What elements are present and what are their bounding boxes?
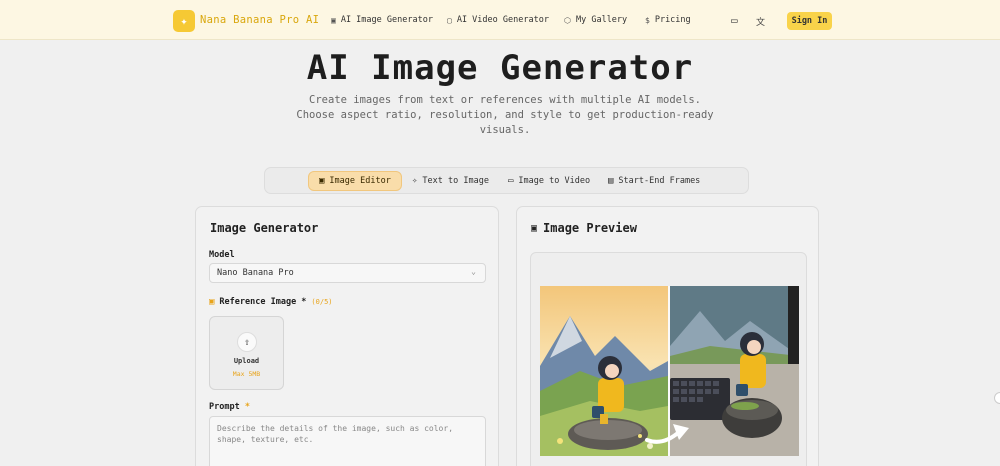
model-select[interactable]: Nano Banana Pro ⌄ bbox=[209, 263, 486, 283]
nav-my-gallery[interactable]: ⬡ My Gallery bbox=[564, 15, 627, 25]
page-subtitle: Create images from text or references wi… bbox=[296, 94, 714, 136]
prompt-input[interactable] bbox=[209, 416, 486, 466]
brand-name[interactable]: Nana Banana Pro AI bbox=[200, 14, 319, 26]
chat-icon[interactable]: ▭ bbox=[731, 14, 738, 27]
required-marker: * bbox=[244, 402, 250, 412]
model-label: Model bbox=[209, 250, 235, 260]
tab-image-editor[interactable]: ▣ Image Editor bbox=[308, 171, 402, 191]
nav-label: My Gallery bbox=[575, 15, 628, 25]
upload-icon: ⇧ bbox=[237, 332, 257, 352]
preview-panel: ▣ Image Preview bbox=[516, 206, 819, 466]
page-title: AI Image Generator bbox=[306, 48, 694, 88]
image-icon: ▣ bbox=[319, 176, 325, 186]
nav-ai-video-generator[interactable]: ▢ AI Video Generator bbox=[447, 15, 549, 25]
swap-arrow-icon bbox=[645, 424, 689, 444]
logo-icon[interactable]: ✦ bbox=[173, 10, 195, 32]
reference-count: (0/5) bbox=[311, 298, 333, 306]
image-icon: ▣ bbox=[331, 15, 336, 25]
nav-label: Pricing bbox=[654, 15, 691, 25]
generator-title: Image Generator bbox=[210, 221, 319, 235]
reference-label-text: Reference Image * bbox=[219, 297, 307, 307]
upload-hint: Max 5MB bbox=[232, 370, 261, 378]
scroll-handle[interactable] bbox=[994, 392, 1000, 404]
video-icon: ▭ bbox=[508, 176, 514, 186]
preview-title-text: Image Preview bbox=[543, 221, 637, 235]
model-value: Nano Banana Pro bbox=[217, 268, 294, 278]
film-icon: ▤ bbox=[608, 176, 614, 186]
language-icon[interactable]: 文 bbox=[756, 15, 765, 28]
chevron-down-icon: ⌄ bbox=[471, 267, 476, 276]
sparkle-icon: ✧ bbox=[412, 176, 418, 186]
prompt-label: Prompt * bbox=[209, 402, 250, 412]
generator-panel: Image Generator Model Nano Banana Pro ⌄ … bbox=[195, 206, 499, 466]
tab-start-end-frames[interactable]: ▤ Start-End Frames bbox=[598, 171, 710, 191]
sign-in-button[interactable]: Sign In bbox=[787, 12, 832, 30]
prompt-label-text: Prompt bbox=[209, 402, 240, 412]
upload-label: Upload bbox=[233, 357, 260, 365]
tab-label: Image to Video bbox=[518, 176, 591, 186]
tab-label: Start-End Frames bbox=[618, 176, 701, 186]
tab-image-to-video[interactable]: ▭ Image to Video bbox=[498, 171, 600, 191]
dollar-icon: $ bbox=[645, 15, 650, 25]
tab-label: Image Editor bbox=[329, 176, 391, 186]
gallery-icon: ⬡ bbox=[564, 15, 571, 25]
nav-ai-image-generator[interactable]: ▣ AI Image Generator bbox=[331, 15, 433, 25]
top-nav: ✦ Nana Banana Pro AI ▣ AI Image Generato… bbox=[0, 0, 1000, 40]
mode-tabs: ▣ Image Editor ✧ Text to Image ▭ Image t… bbox=[264, 167, 749, 194]
video-icon: ▢ bbox=[447, 15, 452, 25]
tab-text-to-image[interactable]: ✧ Text to Image bbox=[402, 171, 499, 191]
upload-button[interactable]: ⇧ Upload Max 5MB bbox=[209, 316, 284, 390]
preview-area bbox=[530, 252, 807, 466]
preview-title: ▣ Image Preview bbox=[531, 221, 637, 235]
image-icon: ▣ bbox=[531, 222, 538, 234]
nav-label: AI Video Generator bbox=[456, 15, 549, 25]
nav-pricing[interactable]: $ Pricing bbox=[645, 15, 691, 25]
image-icon: ▣ bbox=[209, 297, 215, 307]
nav-label: AI Image Generator bbox=[340, 15, 433, 25]
reference-image-label: ▣ Reference Image * (0/5) bbox=[209, 297, 333, 307]
tab-label: Text to Image bbox=[422, 176, 489, 186]
